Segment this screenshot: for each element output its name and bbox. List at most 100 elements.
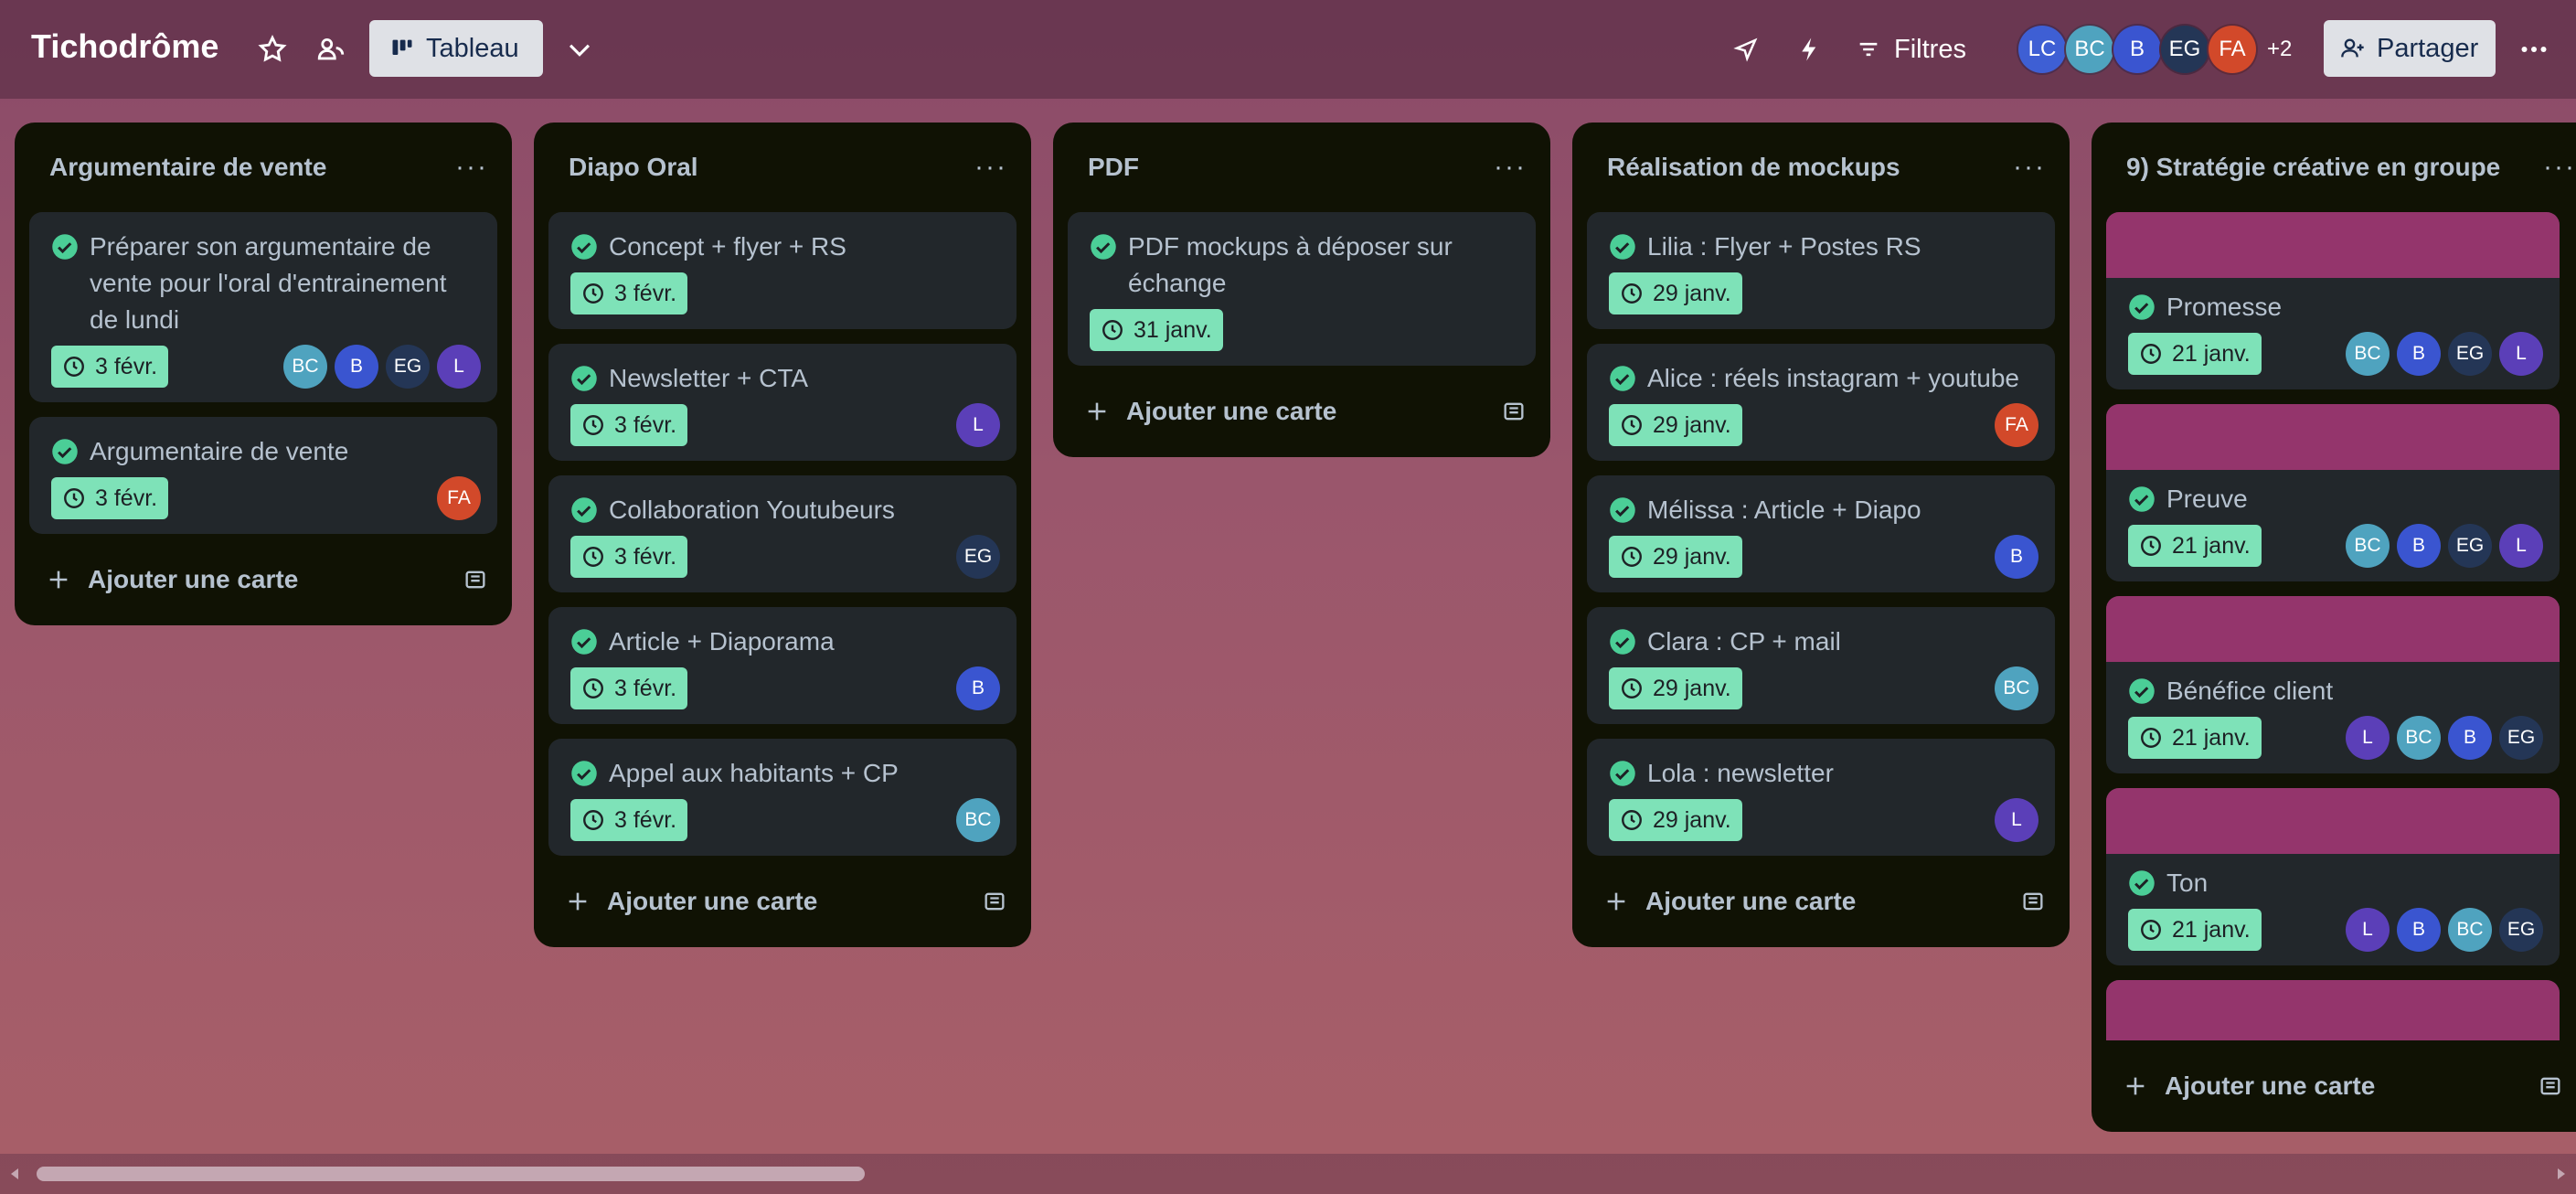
member-avatar[interactable]: B — [2397, 524, 2441, 568]
member-avatar[interactable]: BC — [283, 345, 327, 389]
due-date-badge[interactable]: 29 janv. — [1609, 536, 1742, 578]
add-card-button[interactable]: Ajouter une carte — [29, 534, 497, 625]
check-icon[interactable] — [1090, 233, 1117, 261]
due-date-badge[interactable]: 21 janv. — [2128, 333, 2262, 375]
check-icon[interactable] — [570, 760, 598, 787]
board-title[interactable]: Tichodrôme — [31, 27, 218, 66]
card[interactable]: Préparer son argumentaire de vente pour … — [29, 212, 497, 402]
due-date-badge[interactable]: 3 févr. — [570, 272, 688, 314]
list-menu-icon[interactable]: ··· — [2543, 152, 2576, 183]
check-icon[interactable] — [2128, 869, 2156, 897]
card[interactable]: Mélissa : Article + Diapo 29 janv. B — [1587, 475, 2055, 592]
due-date-badge[interactable]: 3 févr. — [51, 477, 169, 519]
template-icon[interactable] — [982, 889, 1007, 914]
card[interactable]: Preuve 21 janv. BC B EG L — [2106, 404, 2560, 581]
card[interactable]: Newsletter + CTA 3 févr. L — [548, 344, 1017, 461]
due-date-badge[interactable]: 29 janv. — [1609, 404, 1742, 446]
member-avatar[interactable]: L — [1995, 798, 2038, 842]
check-icon[interactable] — [1609, 628, 1636, 656]
due-date-badge[interactable]: 3 févr. — [570, 536, 688, 578]
member-avatar[interactable]: B — [2448, 716, 2492, 760]
due-date-badge[interactable]: 3 févr. — [51, 346, 169, 388]
member-avatar[interactable]: EG — [2448, 332, 2492, 376]
check-icon[interactable] — [2128, 677, 2156, 705]
scroll-left-icon[interactable] — [5, 1165, 24, 1183]
check-icon[interactable] — [51, 438, 79, 465]
member-avatar[interactable]: FA — [1995, 403, 2038, 447]
card[interactable]: Lola : newsletter 29 janv. L — [1587, 739, 2055, 856]
member-avatar[interactable]: B — [2112, 24, 2163, 75]
list-title[interactable]: PDF — [1088, 153, 1139, 182]
member-avatar[interactable]: B — [1995, 535, 2038, 579]
member-avatar[interactable]: L — [2346, 716, 2390, 760]
card[interactable]: Lilia : Flyer + Postes RS 29 janv. — [1587, 212, 2055, 329]
check-icon[interactable] — [1609, 496, 1636, 524]
template-icon[interactable] — [2020, 889, 2046, 914]
due-date-badge[interactable]: 21 janv. — [2128, 717, 2262, 759]
template-icon[interactable] — [1501, 399, 1527, 424]
check-icon[interactable] — [570, 496, 598, 524]
member-avatar[interactable]: L — [437, 345, 481, 389]
add-card-button[interactable]: Ajouter une carte — [1068, 366, 1536, 457]
member-avatar[interactable]: B — [2397, 908, 2441, 952]
due-date-badge[interactable]: 3 févr. — [570, 667, 688, 709]
member-avatar[interactable]: LC — [2017, 24, 2068, 75]
list-title[interactable]: Diapo Oral — [569, 153, 698, 182]
member-avatar[interactable]: BC — [2346, 332, 2390, 376]
list-title[interactable]: Réalisation de mockups — [1607, 153, 1900, 182]
card[interactable]: Concept + flyer + RS 3 févr. — [548, 212, 1017, 329]
add-card-button[interactable]: Ajouter une carte — [548, 856, 1017, 947]
check-icon[interactable] — [570, 365, 598, 392]
due-date-badge[interactable]: 29 janv. — [1609, 272, 1742, 314]
scrollbar-thumb[interactable] — [37, 1167, 865, 1181]
member-avatar[interactable]: BC — [2064, 24, 2115, 75]
template-icon[interactable] — [463, 567, 488, 592]
member-avatar[interactable]: BC — [2346, 524, 2390, 568]
member-avatar[interactable]: B — [2397, 332, 2441, 376]
check-icon[interactable] — [2128, 485, 2156, 513]
member-avatar[interactable]: BC — [2397, 716, 2441, 760]
due-date-badge[interactable]: 3 févr. — [570, 404, 688, 446]
due-date-badge[interactable]: 29 janv. — [1609, 667, 1742, 709]
list-title[interactable]: Argumentaire de vente — [49, 153, 326, 182]
scroll-right-icon[interactable] — [2552, 1165, 2571, 1183]
list-menu-icon[interactable]: ··· — [2013, 152, 2046, 183]
member-avatar[interactable]: EG — [2159, 24, 2210, 75]
card[interactable]: PDF mockups à déposer sur échange 31 jan… — [1068, 212, 1536, 366]
chevron-down-icon[interactable] — [561, 31, 598, 68]
card[interactable]: Argumentaire de vente 3 févr. FA — [29, 417, 497, 534]
visibility-icon[interactable] — [313, 31, 349, 68]
member-avatar[interactable]: L — [2499, 332, 2543, 376]
filter-button[interactable]: Filtres — [1856, 27, 1966, 71]
card[interactable]: Promesse 21 janv. BC B EG L — [2106, 212, 2560, 389]
automation-icon[interactable] — [1792, 31, 1828, 68]
member-avatar[interactable]: EG — [386, 345, 430, 389]
list-title[interactable]: 9) Stratégie créative en groupe — [2126, 153, 2500, 182]
member-avatar[interactable]: EG — [2499, 716, 2543, 760]
due-date-badge[interactable]: 3 févr. — [570, 799, 688, 841]
share-button[interactable]: Partager — [2324, 20, 2496, 77]
card[interactable]: Article + Diaporama 3 févr. B — [548, 607, 1017, 724]
member-avatar[interactable]: FA — [437, 476, 481, 520]
card[interactable] — [2106, 980, 2560, 1040]
due-date-badge[interactable]: 31 janv. — [1090, 309, 1223, 351]
more-members-count[interactable]: +2 — [2267, 37, 2292, 62]
member-avatar[interactable]: B — [956, 666, 1000, 710]
card[interactable]: Appel aux habitants + CP 3 févr. BC — [548, 739, 1017, 856]
member-avatar[interactable]: L — [956, 403, 1000, 447]
board-view-button[interactable]: Tableau — [369, 20, 543, 77]
card[interactable]: Ton 21 janv. L B BC EG — [2106, 788, 2560, 965]
member-avatar[interactable]: BC — [956, 798, 1000, 842]
member-avatar[interactable]: EG — [956, 535, 1000, 579]
member-avatar[interactable]: B — [335, 345, 378, 389]
card[interactable]: Clara : CP + mail 29 janv. BC — [1587, 607, 2055, 724]
check-icon[interactable] — [1609, 233, 1636, 261]
member-avatar[interactable]: EG — [2448, 524, 2492, 568]
list-menu-icon[interactable]: ··· — [974, 152, 1007, 183]
check-icon[interactable] — [570, 233, 598, 261]
star-icon[interactable] — [254, 31, 291, 68]
add-card-button[interactable]: Ajouter une carte — [1587, 856, 2055, 947]
check-icon[interactable] — [570, 628, 598, 656]
check-icon[interactable] — [51, 233, 79, 261]
check-icon[interactable] — [1609, 760, 1636, 787]
